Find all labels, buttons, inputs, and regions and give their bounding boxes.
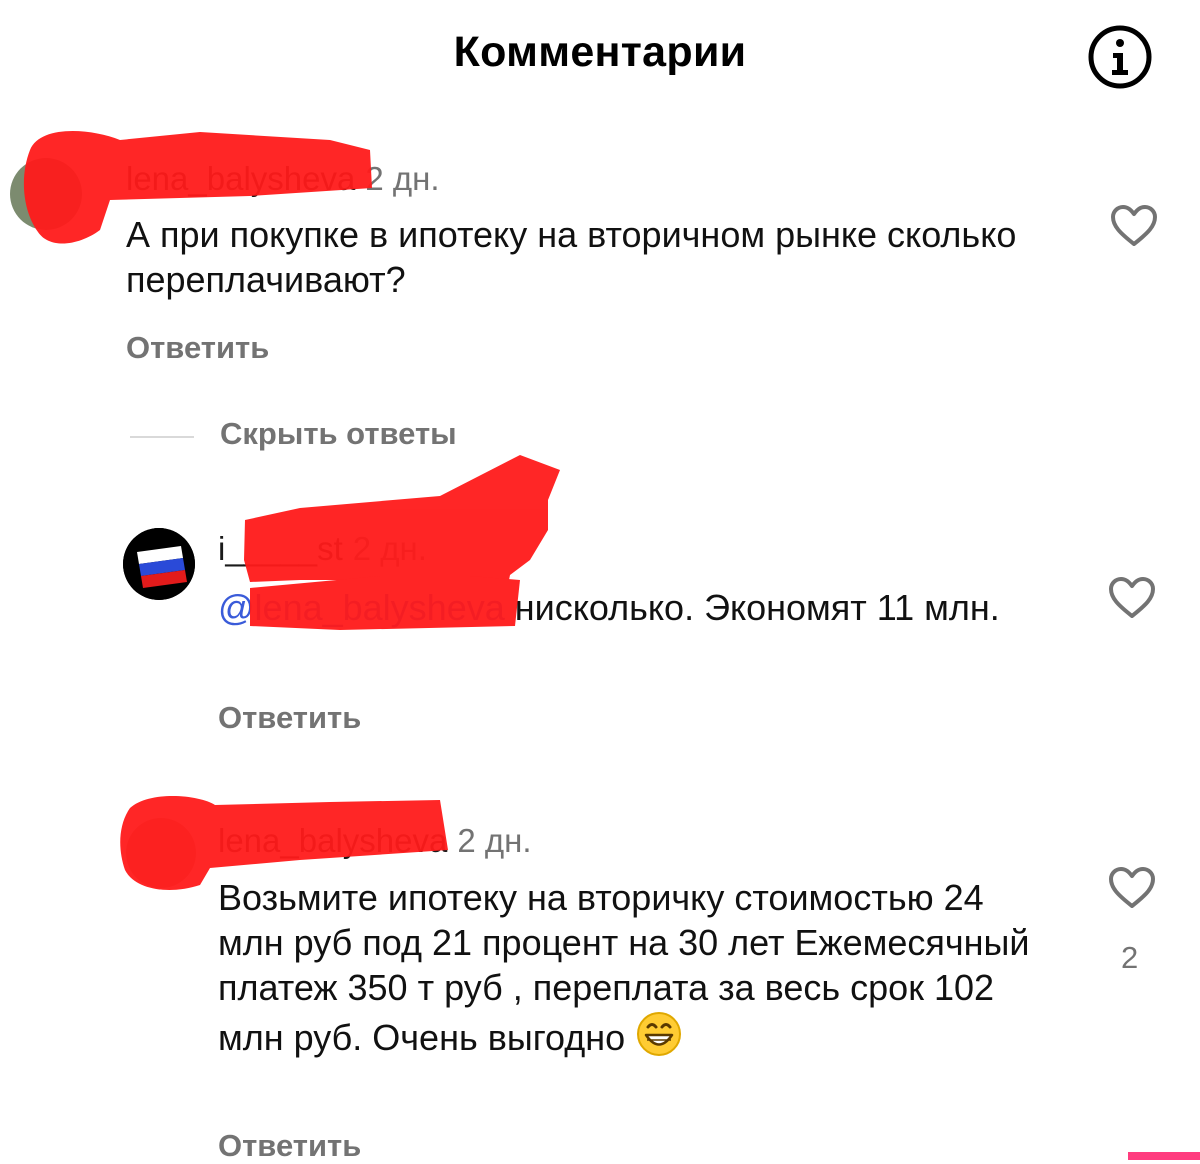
- russia-flag-icon: [123, 528, 195, 600]
- comment-text: А при покупке в ипотеку на вторичном рын…: [126, 214, 1017, 300]
- timestamp: 2 дн.: [365, 160, 440, 197]
- username[interactable]: lena_balysheva: [218, 822, 447, 859]
- scroll-indicator: [1128, 1152, 1200, 1160]
- avatar[interactable]: [126, 818, 196, 888]
- like-count: 2: [1121, 940, 1139, 975]
- reply-button[interactable]: Ответить: [218, 1128, 361, 1164]
- info-icon[interactable]: [1087, 24, 1153, 90]
- comment-body: Возьмите ипотеку на вторичку стоимостью …: [218, 877, 1030, 1058]
- comment-body: нисколько. Экономят 11 млн.: [514, 587, 1000, 628]
- avatar[interactable]: [123, 528, 195, 600]
- grinning-face-icon: [635, 1010, 683, 1068]
- replies-divider: [130, 436, 194, 438]
- avatar[interactable]: [10, 158, 82, 230]
- comment-meta: i_____st 2 дн.: [218, 530, 427, 568]
- reply-button[interactable]: Ответить: [218, 700, 361, 736]
- heart-icon[interactable]: [1110, 204, 1158, 248]
- timestamp: 2 дн.: [352, 530, 427, 567]
- comment-text: Возьмите ипотеку на вторичку стоимостью …: [218, 875, 1058, 1068]
- heart-icon[interactable]: [1108, 576, 1156, 620]
- timestamp: 2 дн.: [457, 822, 532, 859]
- mention-link[interactable]: @lena_balysheva: [218, 587, 505, 628]
- comment-text: @lena_balysheva нисколько. Экономят 11 м…: [218, 585, 1048, 630]
- comment-meta: lena_balysheva 2 дн.: [218, 822, 532, 860]
- heart-icon[interactable]: [1108, 866, 1156, 910]
- page-title: Комментарии: [453, 28, 747, 76]
- comment-meta: lena_balysheva 2 дн.: [126, 160, 440, 198]
- username[interactable]: lena_balysheva: [126, 160, 355, 197]
- username[interactable]: i_____st: [218, 530, 343, 567]
- reply-button[interactable]: Ответить: [126, 330, 269, 366]
- hide-replies-button[interactable]: Скрыть ответы: [220, 416, 457, 452]
